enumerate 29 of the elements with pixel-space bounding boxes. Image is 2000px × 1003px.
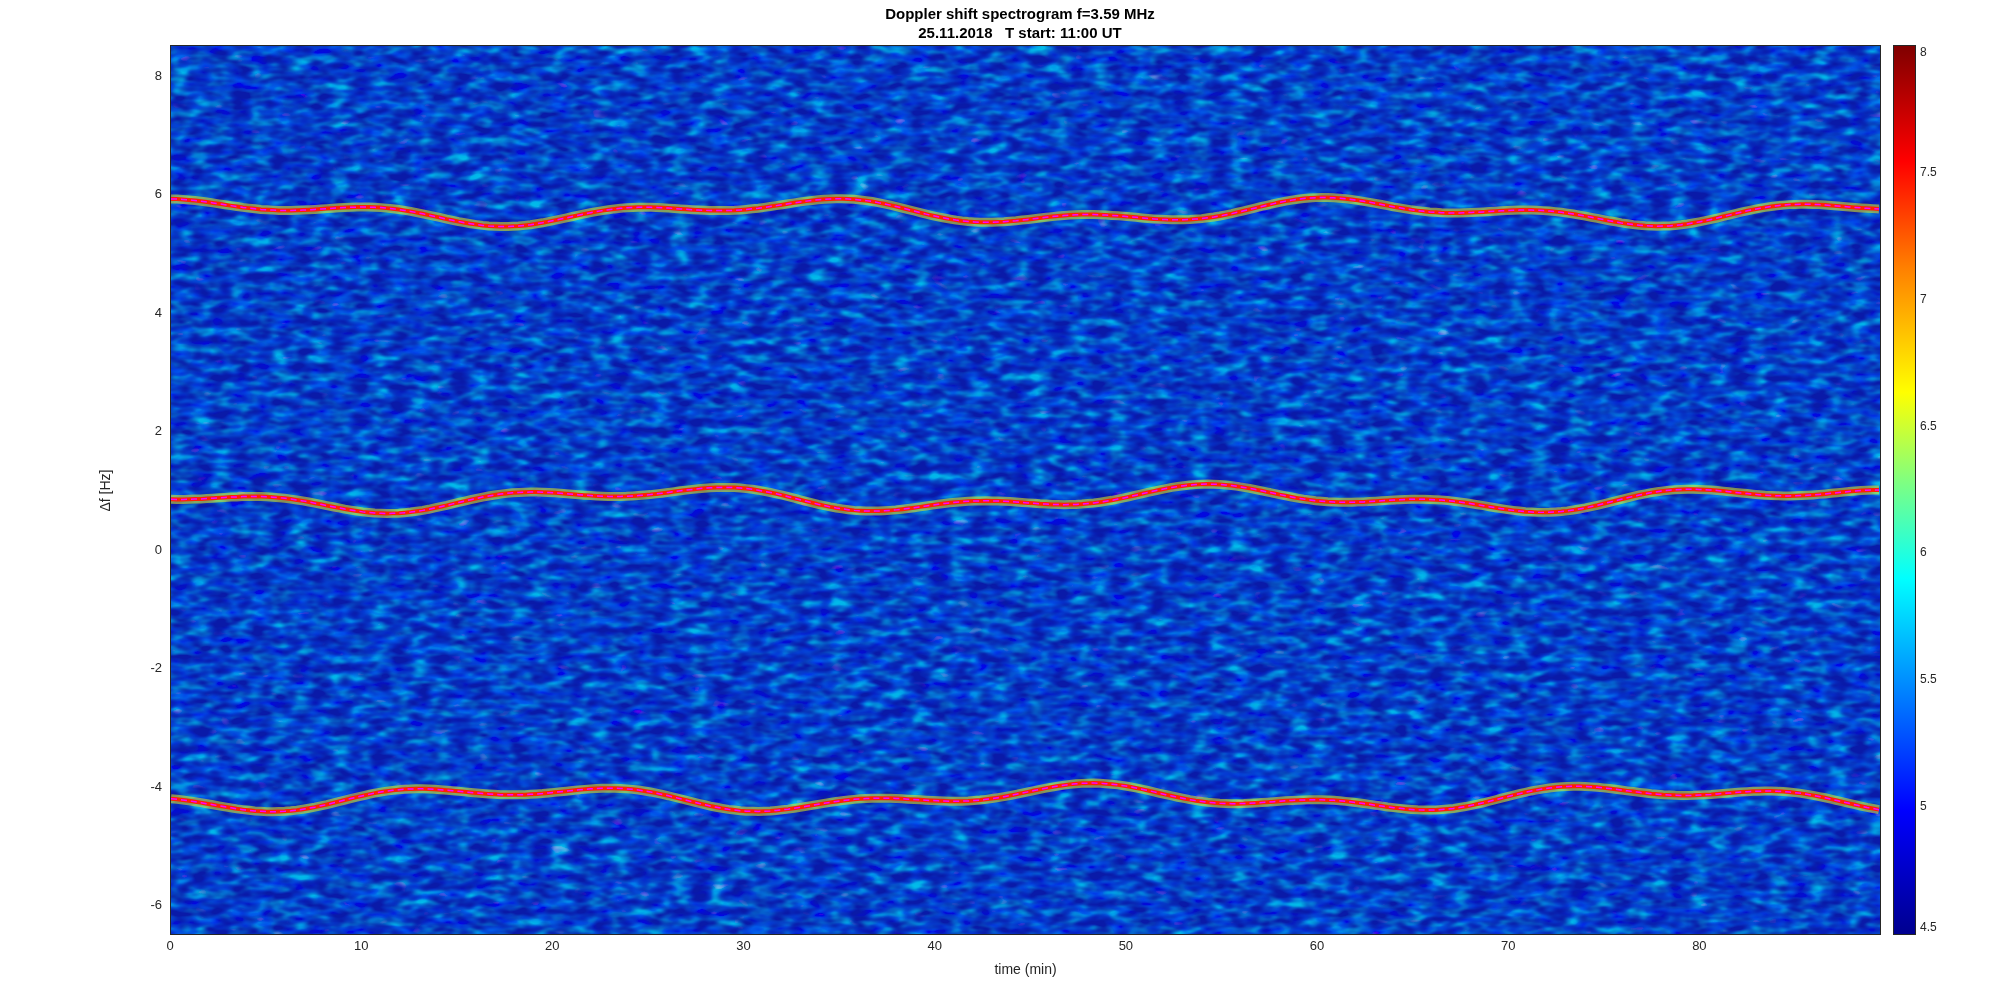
y-tick-label: -2 bbox=[150, 660, 162, 674]
y-tick-label: 8 bbox=[154, 68, 162, 82]
y-tick-label: 2 bbox=[154, 423, 162, 437]
x-tick-label: 80 bbox=[1692, 939, 1707, 952]
x-tick-label: 20 bbox=[545, 939, 560, 952]
y-tick-label: 0 bbox=[154, 542, 162, 556]
y-tick-label: 4 bbox=[154, 305, 162, 319]
colorbar-tick-label: 6.5 bbox=[1920, 419, 1937, 432]
colorbar-tick-label: 8 bbox=[1920, 46, 1927, 58]
x-tick-label: 50 bbox=[1118, 939, 1134, 952]
chart-title: Doppler shift spectrogram f=3.59 MHz bbox=[885, 3, 1155, 23]
colorbar-tick-label: 7.5 bbox=[1920, 165, 1937, 178]
colorbar-tick-label: 6 bbox=[1920, 546, 1927, 559]
y-tick-label: 6 bbox=[154, 186, 162, 200]
x-tick-label: 10 bbox=[353, 939, 369, 952]
y-axis-label: Δf [Hz] bbox=[95, 469, 114, 511]
y-tick-label: -6 bbox=[150, 897, 162, 911]
x-tick-label: 60 bbox=[1309, 939, 1325, 952]
colorbar-tick-label: 5.5 bbox=[1920, 673, 1937, 686]
colorbar-tick-label: 5 bbox=[1920, 800, 1927, 813]
y-tick-label: -4 bbox=[150, 779, 162, 793]
x-tick-label: 70 bbox=[1500, 939, 1516, 952]
colorbar-tick-label: 4.5 bbox=[1920, 921, 1937, 933]
chart-subtitle: 25.11.2018 T start: 11:00 UT bbox=[918, 22, 1122, 42]
x-tick-label: 30 bbox=[736, 939, 751, 952]
x-tick-label: 0 bbox=[166, 939, 174, 952]
x-tick-label: 40 bbox=[927, 939, 942, 952]
colorbar-tick-label: 7 bbox=[1920, 292, 1927, 305]
x-axis-label: time (min) bbox=[994, 960, 1057, 979]
